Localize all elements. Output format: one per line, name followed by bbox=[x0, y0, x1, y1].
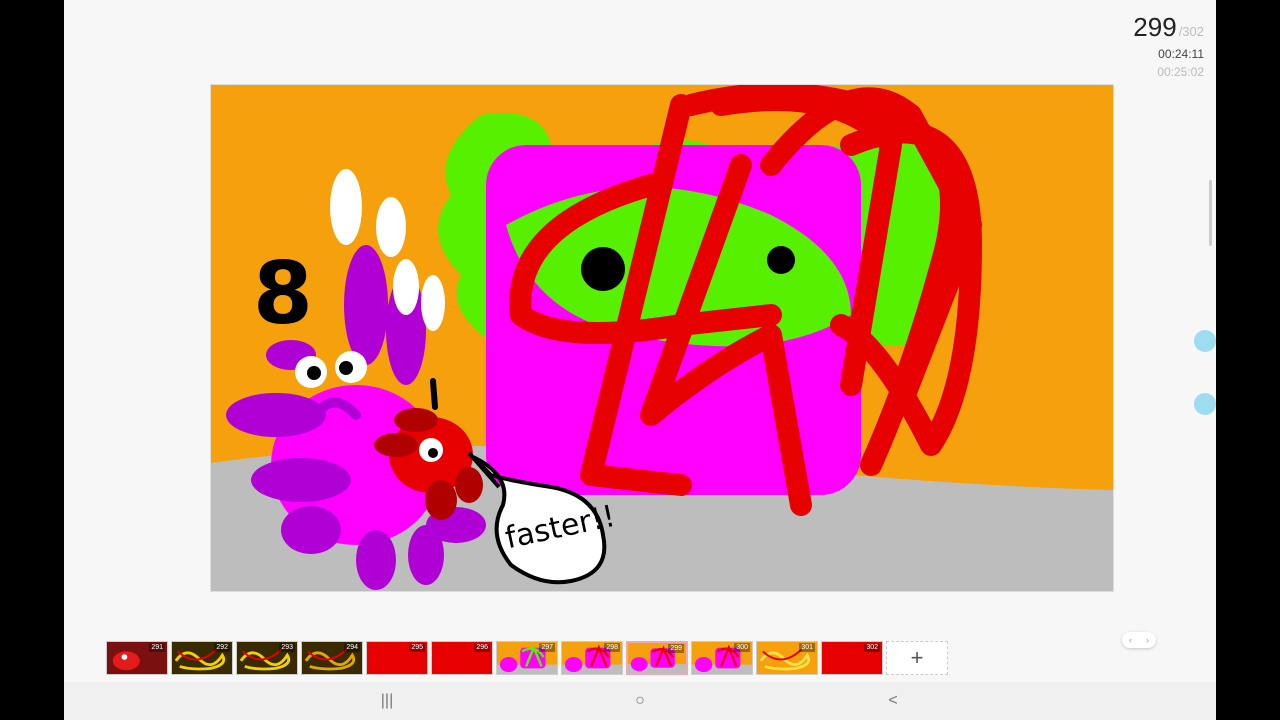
frame-thumbnail[interactable]: 294 bbox=[301, 641, 363, 675]
system-navigation-bar: ||| ○ < bbox=[64, 682, 1216, 720]
frame-thumbnail[interactable]: 296 bbox=[431, 641, 493, 675]
frame-number: 291 bbox=[149, 643, 165, 652]
chevron-right-icon[interactable]: › bbox=[1146, 635, 1149, 645]
side-tool-button-top[interactable] bbox=[1194, 330, 1216, 352]
frame-thumbnail[interactable]: 297 bbox=[496, 641, 558, 675]
frame-thumbnail[interactable]: 300 bbox=[691, 641, 753, 675]
frame-thumbnail[interactable]: 292 bbox=[171, 641, 233, 675]
frame-timeline: 291 292 293 294 295 296 297 298 299 300 301 302 + bbox=[106, 641, 948, 677]
current-frame-number: 299 bbox=[1133, 12, 1177, 42]
home-icon[interactable]: ○ bbox=[625, 690, 655, 712]
canvas-artwork: 8 faster!! bbox=[211, 82, 1113, 591]
frame-number: 299 bbox=[668, 644, 684, 653]
frame-number: 296 bbox=[474, 643, 490, 652]
total-duration: 00:25:02 bbox=[1157, 65, 1204, 79]
monster-eye bbox=[581, 247, 625, 291]
frame-number: 294 bbox=[344, 643, 360, 652]
frame-number: 292 bbox=[214, 643, 230, 652]
number-8-label: 8 bbox=[253, 244, 313, 344]
side-tool-button-bottom[interactable] bbox=[1194, 393, 1216, 415]
frame-number: 301 bbox=[799, 643, 815, 652]
drawing-canvas[interactable]: 8 faster!! bbox=[210, 82, 1114, 592]
frame-number: 293 bbox=[279, 643, 295, 652]
frame-number: 295 bbox=[409, 643, 425, 652]
recent-apps-icon[interactable]: ||| bbox=[372, 690, 402, 712]
back-icon[interactable]: < bbox=[878, 690, 908, 712]
frame-number: 298 bbox=[604, 643, 620, 652]
frame-counter: 299/302 00:24:11 00:25:02 bbox=[1133, 12, 1204, 79]
frame-thumbnail[interactable]: 295 bbox=[366, 641, 428, 675]
side-drag-handle[interactable] bbox=[1209, 180, 1212, 246]
frame-thumbnail[interactable]: 302 bbox=[821, 641, 883, 675]
add-frame-button[interactable]: + bbox=[886, 641, 948, 675]
chevron-left-icon[interactable]: ‹ bbox=[1129, 635, 1132, 645]
monster-eye-2 bbox=[767, 246, 795, 274]
frame-thumbnail[interactable]: 291 bbox=[106, 641, 168, 675]
frame-thumbnail[interactable]: 301 bbox=[756, 641, 818, 675]
frame-number: 300 bbox=[734, 643, 750, 652]
frame-thumbnail[interactable]: 298 bbox=[561, 641, 623, 675]
timeline-scroll-control[interactable]: ‹ › bbox=[1122, 632, 1156, 648]
elapsed-time: 00:24:11 bbox=[1158, 47, 1204, 61]
frame-thumbnail[interactable]: 293 bbox=[236, 641, 298, 675]
app-screen: 299/302 00:24:11 00:25:02 8 faster!! ‹ ›… bbox=[64, 0, 1216, 720]
frame-thumbnail[interactable]: 299 bbox=[626, 641, 688, 675]
frame-number: 302 bbox=[864, 643, 880, 652]
frame-number: 297 bbox=[539, 643, 555, 652]
total-frame-count: /302 bbox=[1178, 24, 1204, 39]
